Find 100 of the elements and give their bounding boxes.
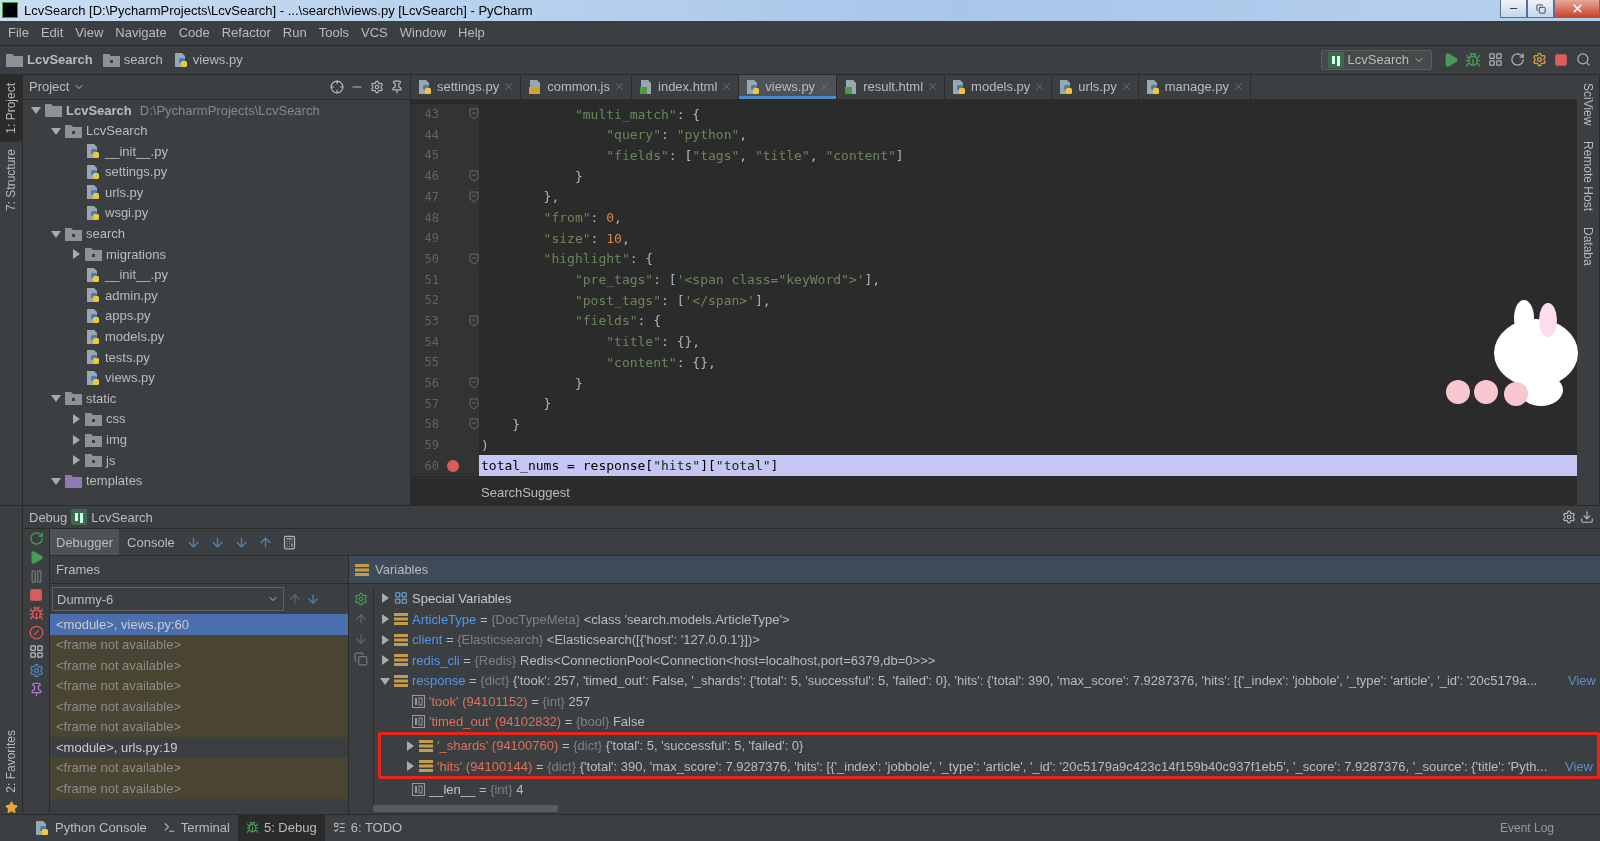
- view-link[interactable]: View: [1568, 673, 1600, 689]
- frame-item[interactable]: <frame not available>: [50, 716, 348, 738]
- settings-icon[interactable]: [28, 663, 44, 679]
- collapsed-arrow-icon[interactable]: [71, 413, 81, 424]
- tree-item[interactable]: settings.py: [105, 164, 168, 180]
- tree-item[interactable]: apps.py: [105, 308, 151, 324]
- tree-item[interactable]: js: [106, 452, 116, 468]
- menu-item[interactable]: Run: [276, 25, 313, 41]
- close-icon[interactable]: [503, 81, 515, 93]
- close-icon[interactable]: [1120, 81, 1132, 93]
- tree-item[interactable]: templates: [86, 473, 143, 489]
- expanded-arrow-icon[interactable]: [51, 475, 61, 486]
- pause-icon[interactable]: [28, 569, 44, 585]
- tree-item[interactable]: img: [106, 432, 127, 447]
- expanded-arrow-icon[interactable]: [51, 125, 61, 136]
- fold-icon[interactable]: [469, 397, 479, 410]
- tree-item[interactable]: urls.py: [105, 184, 144, 200]
- minimize-button[interactable]: [1500, 0, 1527, 18]
- expanded-arrow-icon[interactable]: [51, 228, 61, 239]
- menu-item[interactable]: View: [69, 25, 110, 41]
- close-button[interactable]: [1554, 0, 1600, 18]
- frame-item[interactable]: <frame not available>: [50, 696, 348, 717]
- expanded-arrow-icon[interactable]: [31, 105, 41, 115]
- frame-item[interactable]: <frame not available>: [50, 778, 348, 799]
- editor-tab[interactable]: manage.py: [1138, 74, 1251, 99]
- debug-tab[interactable]: Debugger: [50, 529, 120, 556]
- editor-tab[interactable]: urls.py: [1052, 74, 1139, 99]
- tree-item[interactable]: css: [106, 411, 126, 427]
- settings-icon[interactable]: [370, 79, 384, 94]
- scrollbar-thumb[interactable]: [373, 805, 558, 813]
- fold-icon[interactable]: [469, 314, 479, 327]
- frame-item[interactable]: <frame not available>: [50, 655, 348, 676]
- collapsed-arrow-icon[interactable]: [380, 655, 390, 666]
- event-log-button[interactable]: Event Log: [1493, 820, 1560, 836]
- thread-dropdown[interactable]: Dummy-6: [52, 587, 284, 612]
- mute-icon[interactable]: [28, 625, 44, 641]
- tree-item[interactable]: static: [86, 390, 117, 406]
- tool-window-tab[interactable]: 2: Favorites: [0, 722, 22, 801]
- fold-icon[interactable]: [469, 377, 479, 389]
- fold-icon[interactable]: [469, 170, 479, 183]
- close-icon[interactable]: [721, 81, 733, 93]
- tree-item[interactable]: models.py: [105, 329, 165, 345]
- collapsed-arrow-icon[interactable]: [71, 434, 81, 445]
- tree-item[interactable]: LcvSearch: [66, 102, 132, 118]
- frame-item[interactable]: <frame not available>: [50, 757, 348, 779]
- tool-window-tab[interactable]: Python Console: [26, 815, 155, 841]
- tool-window-tab[interactable]: Databa: [1579, 219, 1597, 274]
- tree-item[interactable]: wsgi.py: [105, 205, 149, 221]
- close-icon[interactable]: [819, 81, 831, 93]
- menu-item[interactable]: Refactor: [215, 25, 277, 41]
- fold-icon[interactable]: [469, 108, 479, 121]
- frame-item[interactable]: <module>, views.py:60: [50, 614, 348, 635]
- run-config-dropdown[interactable]: LcvSearch: [1320, 49, 1432, 70]
- menu-item[interactable]: VCS: [355, 25, 394, 41]
- fold-icon[interactable]: [469, 418, 479, 431]
- tool-window-tab[interactable]: Terminal: [154, 815, 238, 841]
- menu-item[interactable]: Help: [452, 25, 491, 41]
- collapsed-arrow-icon[interactable]: [71, 455, 81, 466]
- expanded-arrow-icon[interactable]: [380, 675, 390, 686]
- stop-icon[interactable]: [29, 588, 43, 603]
- previous-frame-icon[interactable]: [288, 592, 302, 607]
- expanded-arrow-icon[interactable]: [51, 393, 61, 404]
- tree-item[interactable]: views.py: [105, 370, 155, 386]
- collapsed-arrow-icon[interactable]: [380, 634, 390, 645]
- tool-window-tab[interactable]: 7: Structure: [0, 141, 22, 220]
- menu-item[interactable]: Tools: [312, 25, 356, 41]
- rerun-icon[interactable]: [28, 531, 44, 547]
- copy-icon[interactable]: [354, 652, 368, 667]
- tool-window-tab[interactable]: 5: Debug: [237, 815, 325, 841]
- tree-item[interactable]: admin.py: [105, 287, 158, 303]
- collapsed-arrow-icon[interactable]: [71, 249, 81, 260]
- debug-tab[interactable]: Console: [121, 529, 181, 556]
- layout-icon[interactable]: [28, 644, 44, 660]
- tool-window-tab[interactable]: Remote Host: [1579, 133, 1597, 220]
- settings-icon[interactable]: [1562, 510, 1576, 525]
- maximize-button[interactable]: [1527, 0, 1554, 18]
- close-icon[interactable]: [614, 81, 625, 93]
- tree-item[interactable]: migrations: [106, 246, 166, 262]
- close-icon[interactable]: [927, 81, 939, 93]
- tool-window-tab[interactable]: 1: Project: [0, 74, 22, 142]
- frame-item[interactable]: <frame not available>: [50, 675, 348, 697]
- breadcrumb-item[interactable]: search: [123, 52, 163, 68]
- tool-window-tab[interactable]: SciView: [1579, 74, 1597, 134]
- pin-icon[interactable]: [28, 682, 44, 698]
- locate-icon[interactable]: [330, 79, 344, 94]
- menu-item[interactable]: Edit: [34, 25, 70, 41]
- close-icon[interactable]: [1232, 81, 1244, 93]
- project-view-dropdown[interactable]: Project: [29, 79, 86, 95]
- breakpoint-icon[interactable]: [447, 459, 459, 472]
- tree-item[interactable]: search: [86, 226, 126, 242]
- collapsed-arrow-icon[interactable]: [405, 761, 415, 772]
- tool-window-tab[interactable]: 6: TODO: [324, 815, 411, 841]
- tree-item[interactable]: __init__.py: [105, 143, 168, 159]
- breadcrumb-item[interactable]: LcvSearch: [27, 52, 93, 68]
- menu-item[interactable]: Code: [172, 25, 216, 41]
- tree-item[interactable]: tests.py: [105, 349, 150, 365]
- editor-tab[interactable]: common.js: [521, 74, 632, 99]
- menu-item[interactable]: Window: [393, 25, 453, 41]
- editor-tab[interactable]: settings.py: [411, 74, 522, 99]
- menu-item[interactable]: Navigate: [109, 25, 173, 41]
